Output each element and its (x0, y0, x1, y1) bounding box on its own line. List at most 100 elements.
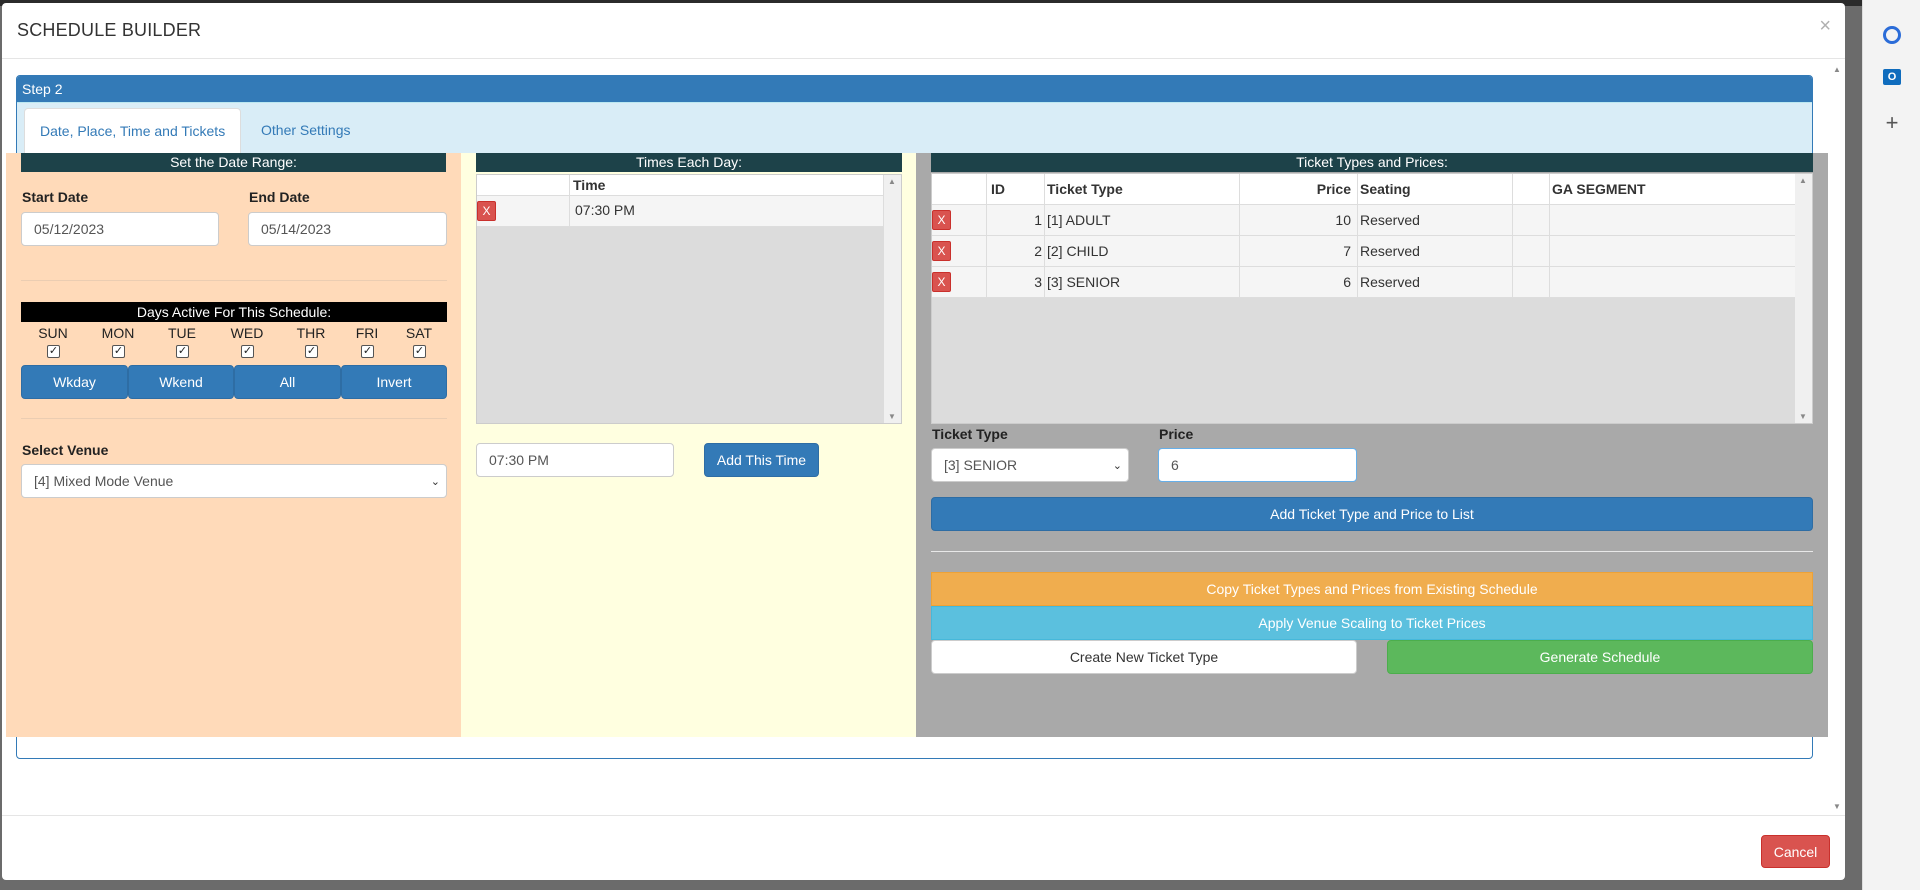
create-ticket-type-button[interactable]: Create New Ticket Type (931, 640, 1357, 674)
times-grid: Time X 07:30 PM ▲ ▼ (476, 174, 902, 424)
tab-other-settings[interactable]: Other Settings (246, 108, 366, 154)
day-label-sun: SUN (38, 325, 68, 341)
checkbox-wed[interactable]: ✓ (241, 345, 254, 358)
column-header-ticket-type: Ticket Type (1045, 174, 1240, 204)
tickets-column: Ticket Types and Prices: ID Ticket Type … (916, 153, 1828, 737)
days-active-heading: Days Active For This Schedule: (21, 302, 447, 322)
add-icon[interactable]: + (1881, 110, 1903, 135)
table-row: X 3 [3] SENIOR 6 Reserved (932, 267, 1812, 298)
column-header-ga-segment: GA SEGMENT (1550, 174, 1796, 204)
generate-schedule-button[interactable]: Generate Schedule (1387, 640, 1813, 674)
modal-header: SCHEDULE BUILDER × (2, 3, 1845, 59)
start-date-input[interactable]: 05/12/2023 (21, 212, 219, 246)
day-label-sat: SAT (405, 325, 433, 341)
ticket-price-cell: 6 (1240, 267, 1358, 297)
scroll-up-icon[interactable]: ▲ (1833, 65, 1841, 74)
tickets-heading: Ticket Types and Prices: (931, 153, 1813, 172)
checkbox-sat[interactable]: ✓ (413, 345, 426, 358)
day-label-tue: TUE (168, 325, 196, 341)
column-header-id: ID (987, 174, 1045, 204)
venue-select-value: [4] Mixed Mode Venue (34, 473, 174, 489)
tab-content: Set the Date Range: Start Date 05/12/202… (6, 153, 1828, 737)
ticket-id-cell: 3 (987, 267, 1045, 297)
price-input[interactable]: 6 (1158, 448, 1357, 482)
modal-scrollbar[interactable]: ▲ ▼ (1830, 59, 1845, 815)
scroll-up-icon[interactable]: ▲ (888, 177, 896, 186)
delete-ticket-button[interactable]: X (932, 272, 951, 292)
browser-side-rail: O + (1862, 0, 1920, 890)
tickets-grid-header: ID Ticket Type Price Seating GA SEGMENT (932, 174, 1812, 205)
ticket-seating-cell: Reserved (1358, 205, 1513, 235)
table-row: X 2 [2] CHILD 7 Reserved (932, 236, 1812, 267)
chevron-down-icon: ⌄ (1112, 460, 1122, 472)
close-icon[interactable]: × (1819, 15, 1831, 38)
copy-ticket-types-button[interactable]: Copy Ticket Types and Prices from Existi… (931, 572, 1813, 606)
add-time-button[interactable]: Add This Time (704, 443, 819, 477)
column-header-seating: Seating (1358, 174, 1513, 204)
venue-select[interactable]: [4] Mixed Mode Venue ⌄ (21, 464, 447, 498)
step-heading: Step 2 (17, 76, 1812, 102)
ticket-price-cell: 7 (1240, 236, 1358, 266)
ticket-price-cell: 10 (1240, 205, 1358, 235)
day-label-thr: THR (296, 325, 326, 341)
times-heading: Times Each Day: (476, 153, 902, 172)
delete-ticket-button[interactable]: X (932, 210, 951, 230)
ticket-type-cell: [3] SENIOR (1045, 267, 1240, 297)
checkbox-sun[interactable]: ✓ (47, 345, 60, 358)
ticket-id-cell: 2 (987, 236, 1045, 266)
chevron-down-icon: ⌄ (430, 476, 440, 488)
column-header-price: Price (1240, 174, 1358, 204)
time-cell: 07:30 PM (570, 196, 884, 226)
time-input[interactable]: 07:30 PM (476, 443, 674, 477)
ticket-type-select-value: [3] SENIOR (944, 457, 1018, 473)
divider (21, 280, 447, 281)
checkbox-fri[interactable]: ✓ (361, 345, 374, 358)
delete-time-button[interactable]: X (477, 201, 496, 221)
date-range-heading: Set the Date Range: (21, 153, 446, 172)
weekend-button[interactable]: Wkend (128, 365, 234, 399)
invert-days-button[interactable]: Invert (341, 365, 447, 399)
all-days-button[interactable]: All (234, 365, 341, 399)
tickets-grid-scrollbar[interactable]: ▲ ▼ (1795, 174, 1812, 423)
checkbox-thr[interactable]: ✓ (305, 345, 318, 358)
day-label-mon: MON (101, 325, 135, 341)
day-label-wed: WED (230, 325, 264, 341)
tabs-bar: Date, Place, Time and Tickets Other Sett… (17, 102, 1812, 154)
ticket-seating-cell: Reserved (1358, 236, 1513, 266)
scroll-down-icon[interactable]: ▼ (1833, 802, 1841, 811)
modal-footer: Cancel (2, 815, 1845, 880)
start-date-label: Start Date (22, 189, 89, 205)
checkbox-mon[interactable]: ✓ (112, 345, 125, 358)
times-grid-header: Time (477, 175, 901, 196)
add-ticket-button[interactable]: Add Ticket Type and Price to List (931, 497, 1813, 531)
tickets-grid: ID Ticket Type Price Seating GA SEGMENT … (931, 173, 1813, 424)
office-icon[interactable] (1881, 24, 1903, 46)
checkbox-tue[interactable]: ✓ (176, 345, 189, 358)
divider (931, 551, 1813, 552)
table-row: X 1 [1] ADULT 10 Reserved (932, 205, 1812, 236)
ticket-type-cell: [2] CHILD (1045, 236, 1240, 266)
tab-date-place-time-tickets[interactable]: Date, Place, Time and Tickets (24, 108, 242, 154)
times-column: Times Each Day: Time X 07:30 PM ▲ ▼ 07:3 (461, 153, 916, 737)
weekday-button[interactable]: Wkday (21, 365, 128, 399)
modal-title: SCHEDULE BUILDER (17, 20, 202, 40)
end-date-label: End Date (249, 189, 310, 205)
outlook-icon[interactable]: O (1881, 66, 1903, 88)
scroll-down-icon[interactable]: ▼ (888, 412, 896, 421)
day-label-fri: FRI (355, 325, 379, 341)
schedule-builder-modal: SCHEDULE BUILDER × ▲ ▼ Step 2 Date, Plac… (2, 3, 1845, 880)
ticket-id-cell: 1 (987, 205, 1045, 235)
ticket-type-label: Ticket Type (932, 426, 1008, 442)
column-header-time: Time (570, 175, 884, 195)
divider (21, 418, 447, 419)
ticket-type-cell: [1] ADULT (1045, 205, 1240, 235)
cancel-button[interactable]: Cancel (1761, 835, 1830, 868)
scroll-up-icon[interactable]: ▲ (1799, 176, 1807, 185)
ticket-type-select[interactable]: [3] SENIOR ⌄ (931, 448, 1129, 482)
end-date-input[interactable]: 05/14/2023 (248, 212, 447, 246)
date-venue-column: Set the Date Range: Start Date 05/12/202… (6, 153, 461, 737)
times-grid-scrollbar[interactable]: ▲ ▼ (884, 175, 901, 423)
delete-ticket-button[interactable]: X (932, 241, 951, 261)
scroll-down-icon[interactable]: ▼ (1799, 412, 1807, 421)
apply-venue-scaling-button[interactable]: Apply Venue Scaling to Ticket Prices (931, 606, 1813, 640)
